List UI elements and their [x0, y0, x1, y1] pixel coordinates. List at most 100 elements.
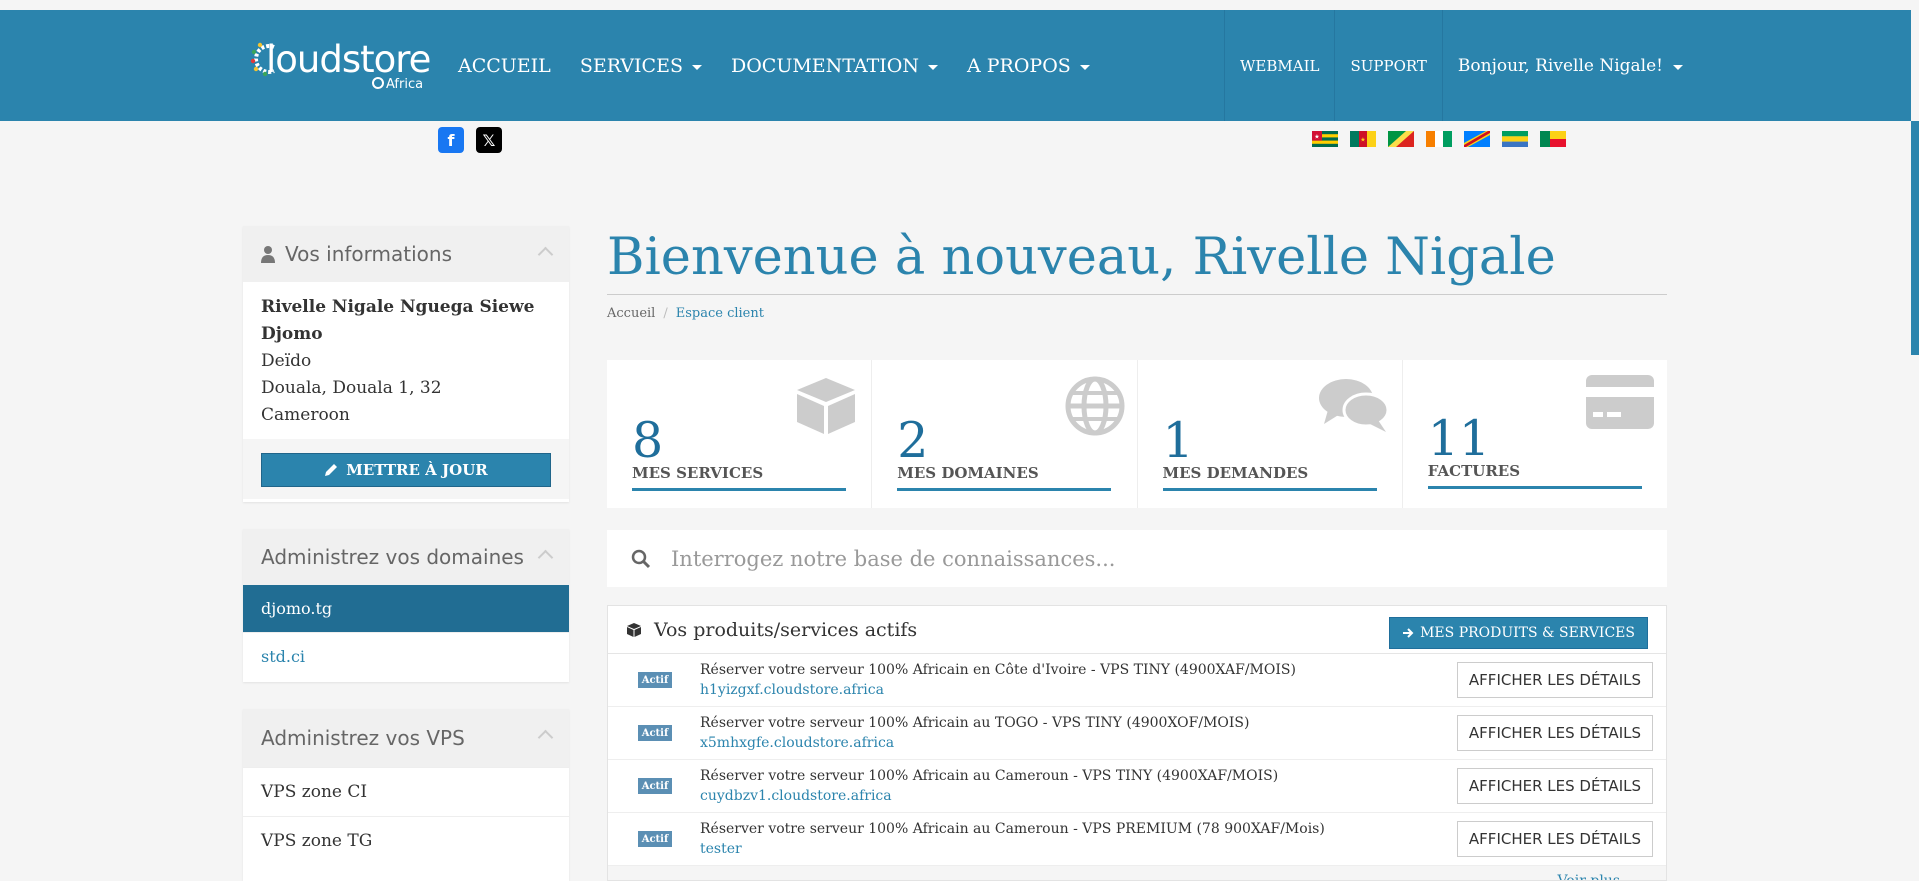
- vps-item-ci[interactable]: VPS zone CI: [243, 767, 569, 816]
- nav-services[interactable]: SERVICES: [580, 55, 702, 77]
- comments-icon: [1318, 379, 1390, 432]
- nav-a-propos[interactable]: A PROPOS: [967, 55, 1090, 77]
- product-domain[interactable]: x5mhxgfe.cloudstore.africa: [700, 733, 1249, 753]
- status-badge: Actif: [638, 725, 672, 741]
- product-name: Réserver votre serveur 100% Africain au …: [700, 768, 1279, 784]
- info-panel-title: Vos informations: [285, 242, 452, 266]
- kb-search: [607, 530, 1667, 587]
- stat-invoices-value: 11: [1427, 410, 1491, 467]
- product-domain[interactable]: tester: [700, 839, 1325, 859]
- show-details-button[interactable]: AFFICHER LES DÉTAILS: [1456, 768, 1653, 804]
- chevron-up-icon[interactable]: [537, 729, 554, 746]
- breadcrumb: Accueil / Espace client: [607, 306, 764, 321]
- social-links: f 𝕏: [438, 127, 502, 153]
- stat-services-value: 8: [632, 412, 664, 469]
- cube-icon: [627, 622, 641, 637]
- show-details-button[interactable]: AFFICHER LES DÉTAILS: [1456, 821, 1653, 857]
- domain-item-djomo-tg[interactable]: djomo.tg: [243, 585, 569, 632]
- client-country: Cameroon: [261, 405, 350, 425]
- breadcrumb-current[interactable]: Espace client: [676, 306, 764, 321]
- scrollbar[interactable]: [1911, 121, 1919, 355]
- x-twitter-icon[interactable]: 𝕏: [476, 127, 502, 153]
- stat-invoices-label: FACTURES: [1427, 462, 1521, 480]
- info-panel: Vos informations Rivelle Nigale Nguega S…: [243, 226, 569, 502]
- chevron-down-icon: [1673, 64, 1684, 70]
- pencil-icon: [325, 464, 338, 476]
- svg-text:★: ★: [1360, 137, 1365, 144]
- domains-panel-header[interactable]: Administrez vos domaines: [243, 529, 569, 585]
- client-name: Rivelle Nigale Nguega Siewe Djomo: [261, 297, 535, 344]
- product-name: Réserver votre serveur 100% Africain en …: [700, 662, 1296, 678]
- my-products-button[interactable]: MES PRODUITS & SERVICES: [1389, 617, 1648, 649]
- client-address1: Deïdo: [261, 351, 312, 371]
- products-panel-header: Vos produits/services actifs MES PRODUIT…: [608, 606, 1666, 654]
- chevron-down-icon: [691, 64, 702, 70]
- stat-invoices[interactable]: 11 FACTURES: [1403, 360, 1667, 508]
- svg-text:★: ★: [1314, 134, 1319, 141]
- flag-togo-icon[interactable]: ★: [1312, 131, 1338, 147]
- info-panel-header[interactable]: Vos informations: [243, 226, 569, 282]
- vps-item-tg[interactable]: VPS zone TG: [243, 816, 569, 865]
- products-panel-title: Vos produits/services actifs: [654, 618, 918, 641]
- domains-panel: Administrez vos domaines djomo.tg std.ci: [243, 529, 569, 682]
- stat-tickets-value: 1: [1162, 412, 1194, 469]
- flag-cameroon-icon[interactable]: ★: [1350, 131, 1376, 147]
- arrow-right-icon: [1403, 628, 1414, 638]
- user-icon: [261, 246, 275, 263]
- products-footer: Voir plus: [608, 866, 1666, 880]
- nav-documentation[interactable]: DOCUMENTATION: [731, 55, 938, 77]
- vps-panel-header[interactable]: Administrez vos VPS: [243, 709, 569, 767]
- product-row: Actif Réserver votre serveur 100% Africa…: [608, 654, 1666, 707]
- user-menu[interactable]: Bonjour, Rivelle Nigale!: [1441, 10, 1698, 121]
- secondary-nav: WEBMAIL SUPPORT Bonjour, Rivelle Nigale!: [1224, 10, 1698, 121]
- main-nav: ACCUEIL SERVICES DOCUMENTATION A PROPOS: [458, 10, 1090, 121]
- kb-search-input[interactable]: [669, 545, 1573, 572]
- stats-tiles: 8 MES SERVICES 2 MES DOMAINES 1 MES DEMA…: [607, 360, 1667, 508]
- stat-tickets[interactable]: 1 MES DEMANDES: [1138, 360, 1403, 508]
- chevron-down-icon: [1079, 64, 1090, 70]
- nav-accueil[interactable]: ACCUEIL: [458, 55, 551, 77]
- client-address2: Douala, Douala 1, 32: [261, 378, 442, 398]
- stat-domains-value: 2: [897, 412, 929, 469]
- chevron-down-icon: [928, 64, 938, 70]
- flag-cote-divoire-icon[interactable]: [1426, 131, 1452, 147]
- cube-icon: [797, 378, 856, 434]
- product-name: Réserver votre serveur 100% Africain au …: [700, 821, 1325, 837]
- stat-domains-label: MES DOMAINES: [897, 464, 1039, 482]
- nav-support[interactable]: SUPPORT: [1334, 10, 1441, 121]
- stat-services-label: MES SERVICES: [632, 464, 764, 482]
- info-body: Rivelle Nigale Nguega Siewe Djomo Deïdo …: [243, 282, 569, 439]
- chevron-up-icon[interactable]: [537, 246, 554, 263]
- globe-icon: [1065, 376, 1124, 436]
- breadcrumb-home[interactable]: Accueil: [607, 306, 655, 321]
- product-domain[interactable]: cuydbzv1.cloudstore.africa: [700, 786, 1278, 806]
- stat-domains[interactable]: 2 MES DOMAINES: [872, 360, 1138, 508]
- see-more-link[interactable]: Voir plus: [1557, 873, 1620, 880]
- chevron-up-icon[interactable]: [537, 549, 554, 566]
- search-icon: [631, 549, 651, 568]
- flag-dr-congo-icon[interactable]: [1464, 131, 1490, 147]
- domains-panel-title: Administrez vos domaines: [261, 545, 524, 569]
- stat-services[interactable]: 8 MES SERVICES: [607, 360, 873, 508]
- credit-card-icon: [1586, 375, 1654, 429]
- domain-item-std-ci[interactable]: std.ci: [243, 632, 569, 680]
- flag-congo-icon[interactable]: [1388, 131, 1414, 147]
- show-details-button[interactable]: AFFICHER LES DÉTAILS: [1456, 662, 1653, 698]
- facebook-icon[interactable]: f: [438, 127, 464, 153]
- vps-panel: Administrez vos VPS VPS zone CI VPS zone…: [243, 709, 569, 881]
- vps-panel-title: Administrez vos VPS: [261, 726, 465, 750]
- product-row: Actif Réserver votre serveur 100% Africa…: [608, 813, 1666, 866]
- logo-text: loudstore: [266, 38, 431, 81]
- update-button[interactable]: METTRE À JOUR: [261, 453, 551, 487]
- product-row: Actif Réserver votre serveur 100% Africa…: [608, 707, 1666, 760]
- product-domain[interactable]: h1yizgxf.cloudstore.africa: [700, 680, 1296, 700]
- flag-benin-icon[interactable]: [1540, 131, 1566, 147]
- nav-webmail[interactable]: WEBMAIL: [1224, 10, 1334, 121]
- status-badge: Actif: [638, 672, 672, 688]
- stat-tickets-label: MES DEMANDES: [1162, 464, 1309, 482]
- show-details-button[interactable]: AFFICHER LES DÉTAILS: [1456, 715, 1653, 751]
- flag-gabon-icon[interactable]: [1502, 131, 1528, 147]
- products-panel: Vos produits/services actifs MES PRODUIT…: [607, 605, 1667, 881]
- title-divider: [607, 294, 1667, 295]
- cloudstore-logo[interactable]: loudstore Africa: [250, 26, 431, 96]
